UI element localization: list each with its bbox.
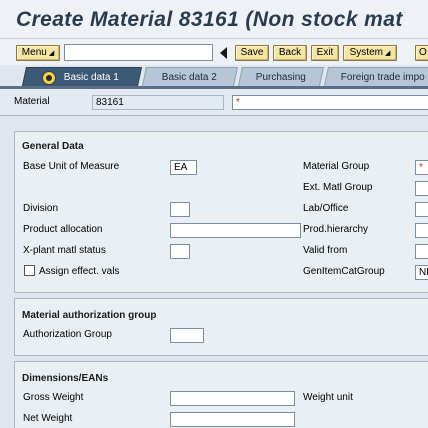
weight-unit-label: Weight unit xyxy=(303,392,353,403)
gross-weight-label: Gross Weight xyxy=(23,392,84,403)
group-separator xyxy=(14,292,428,299)
title-bar: Create Material 83161 (Non stock mat xyxy=(0,0,428,38)
net-weight-field[interactable] xyxy=(170,412,295,427)
material-label: Material xyxy=(14,96,50,107)
auth-group-label: Authorization Group xyxy=(23,329,112,340)
net-weight-label: Net Weight xyxy=(23,413,73,424)
product-allocation-label: Product allocation xyxy=(23,224,103,235)
command-field[interactable] xyxy=(64,44,213,61)
dimensions-title: Dimensions/EANs xyxy=(22,373,109,384)
xplant-status-field[interactable] xyxy=(170,244,190,259)
toolbar: Menu ◢ Save Back Exit System ◢ O xyxy=(0,38,428,65)
group-separator xyxy=(14,355,428,362)
prod-hierarchy-label: Prod.hierarchy xyxy=(303,224,369,235)
material-header: Material 83161 * xyxy=(0,89,428,116)
tab-basic-data-2[interactable]: Basic data 2 xyxy=(141,67,239,86)
menu-button-label: Menu xyxy=(21,47,47,58)
tab-label: Foreign trade impo xyxy=(340,72,425,83)
save-button[interactable]: Save xyxy=(235,45,269,61)
tab-purchasing[interactable]: Purchasing xyxy=(237,67,325,86)
material-number-field: 83161 xyxy=(92,95,224,110)
assign-effect-label: Assign effect. vals xyxy=(39,266,120,277)
ext-matl-group-field[interactable] xyxy=(415,181,428,196)
page-title: Create Material 83161 (Non stock mat xyxy=(16,8,403,31)
gen-item-cat-field[interactable]: NL xyxy=(415,265,428,280)
exit-button[interactable]: Exit xyxy=(311,45,339,61)
tabstrip: Basic data 1 Basic data 2 Purchasing For… xyxy=(0,65,428,87)
auth-group-title: Material authorization group xyxy=(22,310,157,321)
lab-office-label: Lab/Office xyxy=(303,203,349,214)
system-button[interactable]: System ◢ xyxy=(343,45,397,61)
material-group-field[interactable]: * xyxy=(415,160,428,175)
product-allocation-field[interactable] xyxy=(170,223,301,238)
view-status-icon xyxy=(42,71,56,85)
menu-dropdown-icon: ◢ xyxy=(48,50,55,57)
required-marker: * xyxy=(419,162,423,173)
assign-effect-checkbox[interactable] xyxy=(24,265,35,276)
auth-group-field[interactable] xyxy=(170,328,204,343)
gen-item-cat-label: GenItemCatGroup xyxy=(303,266,385,277)
division-label: Division xyxy=(23,203,59,214)
enter-icon[interactable] xyxy=(220,47,227,59)
base-uom-label: Base Unit of Measure xyxy=(23,161,120,172)
required-marker: * xyxy=(236,97,240,108)
system-button-label: System xyxy=(349,47,383,58)
material-description-field[interactable]: * xyxy=(232,95,428,110)
menu-button[interactable]: Menu ◢ xyxy=(16,45,60,61)
division-field[interactable] xyxy=(170,202,190,217)
material-group-label: Material Group xyxy=(303,161,370,172)
valid-from-label: Valid from xyxy=(303,245,348,256)
tab-label: Purchasing xyxy=(255,72,306,83)
lab-office-field[interactable] xyxy=(415,202,428,217)
system-dropdown-icon: ◢ xyxy=(384,50,391,57)
back-button[interactable]: Back xyxy=(273,45,307,61)
tab-label: Basic data 2 xyxy=(162,72,218,83)
tab-basic-data-1[interactable]: Basic data 1 xyxy=(21,67,143,86)
prod-hierarchy-field[interactable] xyxy=(415,223,428,238)
tab-foreign-trade[interactable]: Foreign trade impo xyxy=(323,67,428,86)
overflow-button[interactable]: O xyxy=(415,45,428,61)
base-uom-field[interactable]: EA xyxy=(170,160,197,175)
gross-weight-field[interactable] xyxy=(170,391,295,406)
ext-matl-group-label: Ext. Matl Group xyxy=(303,182,373,193)
general-data-title: General Data xyxy=(22,141,84,152)
valid-from-field[interactable] xyxy=(415,244,428,259)
xplant-status-label: X-plant matl status xyxy=(23,245,106,256)
